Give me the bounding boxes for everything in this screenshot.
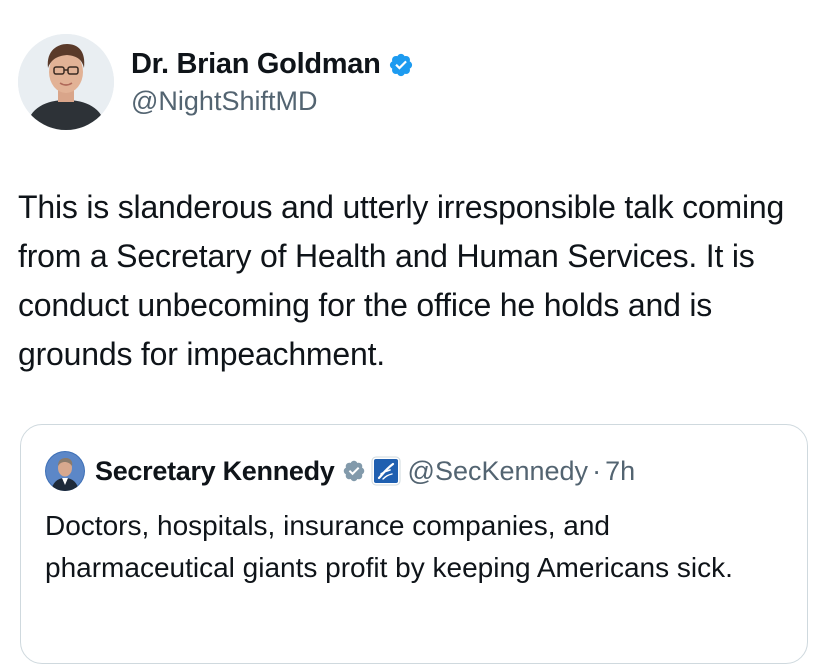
tweet: Dr. Brian Goldman @NightShiftMD This is … (0, 0, 828, 664)
tweet-author: Dr. Brian Goldman @NightShiftMD (18, 34, 414, 130)
tweet-text: This is slanderous and utterly irrespons… (18, 189, 785, 372)
quoted-tweet-timestamp[interactable]: 7h (605, 456, 635, 487)
author-avatar[interactable] (18, 34, 114, 130)
gray-verified-badge-icon[interactable] (342, 459, 366, 483)
quoted-tweet[interactable]: Secretary Kennedy @SecKennedy · 7h Docto… (20, 424, 808, 664)
author-display-name[interactable]: Dr. Brian Goldman (131, 48, 381, 81)
quoted-tweet-text: Doctors, hospitals, insurance companies,… (45, 510, 733, 583)
author-name-row: Dr. Brian Goldman (131, 48, 414, 82)
quoted-author-handle[interactable]: @SecKennedy (408, 456, 589, 487)
author-names: Dr. Brian Goldman @NightShiftMD (131, 34, 414, 130)
author-handle[interactable]: @NightShiftMD (131, 86, 414, 117)
hhs-agency-badge-icon[interactable] (371, 456, 401, 486)
quoted-tweet-header: Secretary Kennedy @SecKennedy · 7h (45, 451, 635, 491)
avatar-photo-icon (18, 34, 114, 130)
quoted-author-display-name[interactable]: Secretary Kennedy (95, 456, 335, 487)
quoted-author-avatar[interactable] (45, 451, 85, 491)
separator-dot: · (592, 455, 602, 486)
quoted-avatar-photo-icon (45, 451, 85, 491)
verified-badge-icon[interactable] (388, 52, 414, 78)
